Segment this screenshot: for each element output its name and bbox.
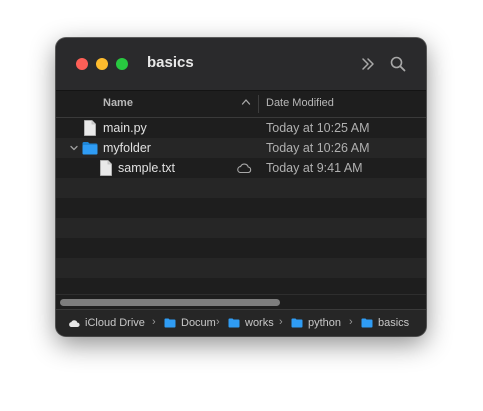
close-button[interactable]	[76, 58, 88, 70]
document-icon	[84, 120, 96, 136]
search-icon[interactable]	[390, 56, 406, 72]
column-separator[interactable]	[258, 95, 259, 113]
folder-name: myfolder	[103, 141, 151, 155]
folder-icon	[291, 318, 303, 328]
chevron-double-right-icon[interactable]	[360, 56, 376, 72]
empty-row	[56, 238, 426, 258]
path-separator: ›	[279, 316, 283, 328]
folder-icon	[361, 318, 373, 328]
file-name: main.py	[103, 121, 147, 135]
column-name-header[interactable]: Name	[103, 97, 133, 109]
disclosure-expanded-icon[interactable]	[69, 143, 79, 153]
file-list: main.py Today at 10:25 AM myfolder Today…	[56, 118, 426, 294]
minimize-button[interactable]	[96, 58, 108, 70]
folder-icon	[228, 318, 240, 328]
empty-row	[56, 278, 426, 294]
scrollbar-thumb[interactable]	[60, 299, 280, 306]
path-separator: ›	[216, 316, 220, 328]
sort-ascending-icon[interactable]	[241, 97, 251, 107]
folder-icon	[164, 318, 176, 328]
column-header: Name Date Modified	[56, 91, 426, 118]
path-item-works[interactable]: works	[245, 317, 274, 329]
empty-row	[56, 178, 426, 198]
path-bar: iCloud Drive › Docum › works › python › …	[56, 309, 426, 336]
file-row-main-py[interactable]: main.py Today at 10:25 AM	[56, 118, 426, 138]
zoom-button[interactable]	[116, 58, 128, 70]
empty-row	[56, 258, 426, 278]
path-item-documents[interactable]: Docum	[181, 317, 216, 329]
folder-row-myfolder[interactable]: myfolder Today at 10:26 AM	[56, 138, 426, 158]
empty-row	[56, 198, 426, 218]
document-icon	[100, 160, 112, 176]
path-item-icloud-drive[interactable]: iCloud Drive	[85, 317, 145, 329]
file-date: Today at 10:26 AM	[266, 141, 370, 155]
file-date: Today at 10:25 AM	[266, 121, 370, 135]
path-separator: ›	[349, 316, 353, 328]
empty-row	[56, 218, 426, 238]
path-item-basics[interactable]: basics	[378, 317, 409, 329]
file-date: Today at 9:41 AM	[266, 161, 363, 175]
file-name: sample.txt	[118, 161, 175, 175]
path-separator: ›	[152, 316, 156, 328]
horizontal-scrollbar[interactable]	[56, 294, 426, 309]
finder-window: basics Name Date Modified main.py Today …	[56, 38, 426, 336]
folder-icon	[82, 142, 98, 155]
path-item-python[interactable]: python	[308, 317, 341, 329]
file-row-sample-txt[interactable]: sample.txt Today at 9:41 AM	[56, 158, 426, 178]
column-date-modified-header[interactable]: Date Modified	[266, 97, 334, 109]
window-title: basics	[147, 54, 194, 71]
cloud-icon	[237, 163, 252, 174]
cloud-icon	[69, 320, 80, 327]
title-bar[interactable]: basics	[56, 38, 426, 91]
